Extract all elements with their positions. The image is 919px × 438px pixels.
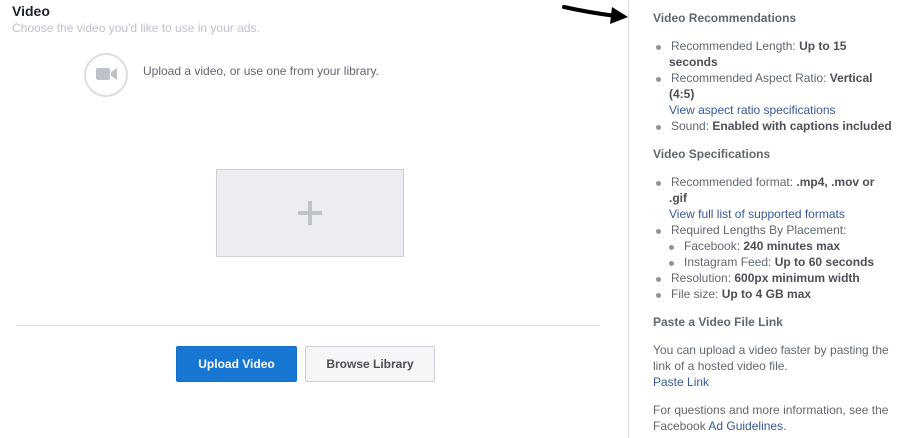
video-recommendations-title: Video Recommendations <box>653 11 797 25</box>
video-dropzone[interactable] <box>216 169 404 257</box>
footer-text-cont: Facebook Ad Guidelines. <box>653 418 786 434</box>
value: seconds <box>669 55 718 69</box>
upload-video-button[interactable]: Upload Video <box>176 346 297 382</box>
value: 240 minutes max <box>743 239 841 253</box>
recommendations-sidebar: Video Recommendations Recommended Length… <box>629 0 919 438</box>
label: Facebook: <box>684 239 744 253</box>
browse-library-button[interactable]: Browse Library <box>305 346 435 382</box>
recommended-length-cont: seconds <box>669 54 718 70</box>
view-supported-formats-link[interactable]: View full list of supported formats <box>669 206 845 222</box>
label: Instagram Feed: <box>684 255 775 269</box>
bullet <box>656 77 661 82</box>
recommended-aspect-ratio: Recommended Aspect Ratio: Vertical <box>671 70 872 86</box>
value: Enabled with captions included <box>712 119 892 133</box>
video-section-subtitle: Choose the video you'd like to use in yo… <box>12 21 260 35</box>
label: Sound: <box>671 119 713 133</box>
video-specifications-title: Video Specifications <box>653 147 771 161</box>
recommended-format: Recommended format: .mp4, .mov or <box>671 174 874 190</box>
value: 600px minimum width <box>734 271 860 285</box>
value: Up to 60 seconds <box>774 255 875 269</box>
value: (4:5) <box>669 87 695 101</box>
sound-recommendation: Sound: Enabled with captions included <box>671 118 892 134</box>
bullet <box>656 181 661 186</box>
recommended-length: Recommended Length: Up to 15 <box>671 38 846 54</box>
video-camera-icon <box>84 53 128 97</box>
resolution: Resolution: 600px minimum width <box>671 270 860 286</box>
label: Resolution: <box>671 271 735 285</box>
instagram-length: Instagram Feed: Up to 60 seconds <box>684 254 874 270</box>
bullet <box>669 261 674 266</box>
label: . <box>783 419 787 433</box>
divider <box>16 325 600 326</box>
label: Recommended Length: <box>671 39 800 53</box>
paste-link-link[interactable]: Paste Link <box>653 374 709 390</box>
view-aspect-ratio-link[interactable]: View aspect ratio specifications <box>669 102 836 118</box>
ad-guidelines-link[interactable]: Ad Guidelines <box>708 419 783 433</box>
bullet <box>669 245 674 250</box>
recommended-format-cont: .gif <box>669 190 687 206</box>
bullet <box>656 125 661 130</box>
label: File size: <box>671 287 722 301</box>
value: .gif <box>669 191 687 205</box>
bullet <box>656 293 661 298</box>
footer-text: For questions and more information, see … <box>653 403 889 417</box>
paste-video-link-title: Paste a Video File Link <box>653 315 783 329</box>
value: Vertical <box>829 71 873 85</box>
plus-icon <box>298 201 322 225</box>
video-section-title: Video <box>12 3 50 19</box>
bullet <box>656 277 661 282</box>
arrow-pointer-icon <box>562 5 628 24</box>
paste-link-text-cont: link of a hosted video file. <box>653 359 788 373</box>
bullet <box>656 45 661 50</box>
label: Recommended format: <box>671 175 797 189</box>
video-upload-panel: Video Choose the video you'd like to use… <box>0 0 628 438</box>
facebook-length: Facebook: 240 minutes max <box>684 238 840 254</box>
file-size: File size: Up to 4 GB max <box>671 286 811 302</box>
label: Facebook <box>653 419 709 433</box>
upload-hint-text: Upload a video, or use one from your lib… <box>143 64 379 78</box>
value: Up to 15 <box>799 39 847 53</box>
recommended-aspect-ratio-cont: (4:5) <box>669 86 694 102</box>
value: Up to 4 GB max <box>721 287 812 301</box>
label: Recommended Aspect Ratio: <box>671 71 830 85</box>
paste-link-text: You can upload a video faster by pasting… <box>653 343 889 357</box>
value: .mp4, .mov or <box>796 175 875 189</box>
required-lengths-label: Required Lengths By Placement: <box>671 223 847 237</box>
bullet <box>656 229 661 234</box>
